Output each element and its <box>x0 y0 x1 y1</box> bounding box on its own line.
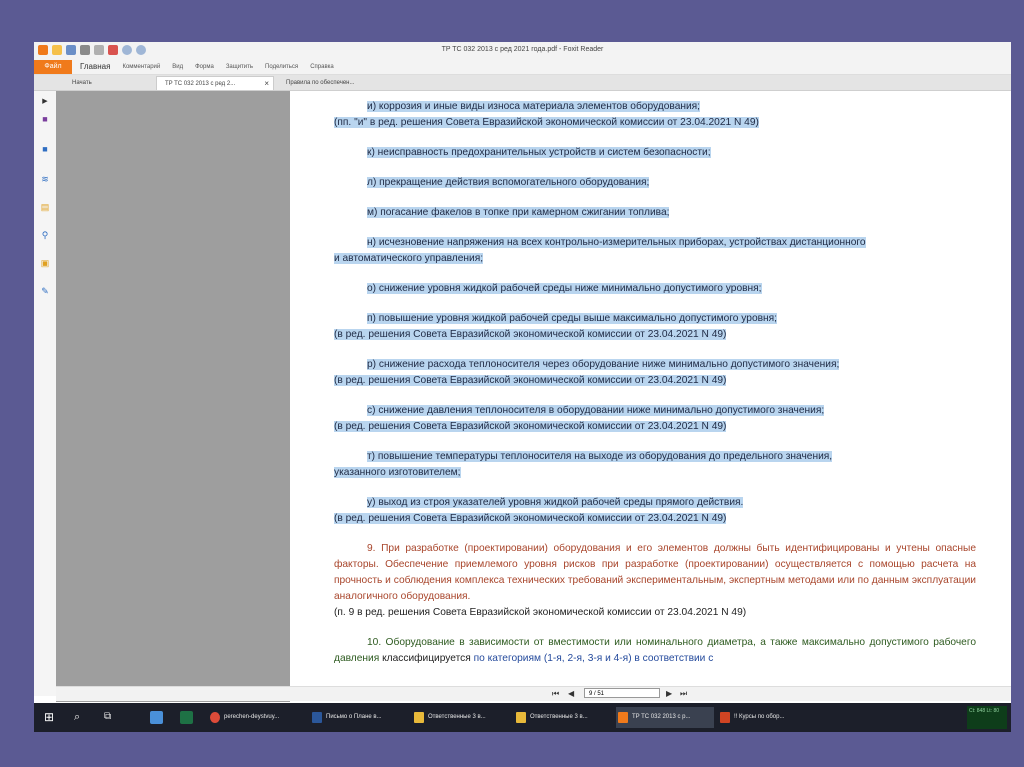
list-item-cont: указанного изготовителем; <box>334 467 461 478</box>
prev-page-icon[interactable]: ◀ <box>568 689 574 698</box>
task-view-icon[interactable]: ⧉ <box>104 707 111 728</box>
ribbon-tab-form[interactable]: Форма <box>195 60 226 74</box>
list-item: н) исчезновение напряжения на всех контр… <box>367 237 866 248</box>
page-number-input[interactable]: 9 / 51 <box>584 688 660 698</box>
tab-start[interactable]: Начать <box>64 76 156 90</box>
excel-icon[interactable] <box>180 711 193 724</box>
ribbon-tabs: Файл Главная Комментарий Вид Форма Защит… <box>34 60 1011 75</box>
taskbar-item-label: Ответственные 3 в... <box>530 714 588 720</box>
tab-rules-document[interactable]: Правила по обеспечен... <box>278 76 388 90</box>
taskbar-item[interactable]: Ответственные 3 в... <box>412 707 510 728</box>
title-bar: TP TC 032 2013 с ред 2021 года.pdf - Fox… <box>34 42 1011 60</box>
navigation-panel <box>56 91 290 702</box>
taskbar-item-label: Письмо о Плане в... <box>326 714 382 720</box>
word-icon <box>312 712 322 723</box>
list-item: м) погасание факелов в топке при камерно… <box>367 207 670 218</box>
taskbar-item-label: Ответственные 3 в... <box>428 714 486 720</box>
app-pin-icon[interactable] <box>150 711 163 724</box>
folder-icon <box>516 712 526 723</box>
taskbar-item[interactable]: perechen-deystvuy... <box>208 707 306 728</box>
left-tool-strip: ▶ ■ ■ ≋ ▤ ⚲ ▣ ✎ <box>34 91 57 696</box>
list-item-note: (в ред. решения Совета Евразийской эконо… <box>334 329 727 340</box>
list-item: п) повышение уровня жидкой рабочей среды… <box>367 313 777 324</box>
list-item: у) выход из строя указателей уровня жидк… <box>367 497 744 508</box>
system-monitor-readout: Ct: 848 Lt: 80 <box>969 708 1000 714</box>
ribbon-tab-view[interactable]: Вид <box>172 60 195 74</box>
first-page-icon[interactable]: ⏮ <box>552 689 559 699</box>
attachment-icon[interactable]: ⚲ <box>39 229 51 241</box>
next-page-icon[interactable]: ▶ <box>666 689 672 698</box>
powerpoint-icon <box>720 712 730 723</box>
taskbar-item-label: !! Курсы по обор... <box>734 714 785 720</box>
list-item: о) снижение уровня жидкой рабочей среды … <box>367 283 762 294</box>
ribbon-tab-comment[interactable]: Комментарий <box>122 60 172 74</box>
file-menu-button[interactable]: Файл <box>34 60 72 74</box>
list-item: к) неисправность предохранительных устро… <box>367 147 711 158</box>
list-item-cont: и автоматического управления; <box>334 253 484 264</box>
start-icon[interactable]: ⊞ <box>44 707 54 728</box>
list-item-note: (в ред. решения Совета Евразийской эконо… <box>334 421 727 432</box>
expand-panel-icon[interactable]: ▶ <box>39 95 51 107</box>
bookmark-icon[interactable]: ■ <box>39 113 51 125</box>
layers-icon[interactable]: ≋ <box>39 173 51 185</box>
foxit-icon <box>618 712 628 723</box>
ribbon-tab-home[interactable]: Главная <box>80 60 122 74</box>
list-item-note: (в ред. решения Совета Евразийской эконо… <box>334 513 727 524</box>
ribbon-tab-protect[interactable]: Защитить <box>226 60 265 74</box>
taskbar-item[interactable]: Письмо о Плане в... <box>310 707 408 728</box>
list-item: с) снижение давления теплоносителя в обо… <box>367 405 825 416</box>
taskbar-item[interactable]: Ответственные 3 в... <box>514 707 612 728</box>
system-monitor-widget: Ct: 848 Lt: 80 <box>967 706 1007 729</box>
window-title: TP TC 032 2013 с ред 2021 года.pdf - Fox… <box>441 46 604 53</box>
foxit-reader-window: TP TC 032 2013 с ред 2021 года.pdf - Fox… <box>34 42 1011 732</box>
close-tab-icon[interactable]: × <box>264 77 269 91</box>
page-navigation-bar: ⏮ ◀ 9 / 51 ▶ ⏭ <box>56 686 1011 701</box>
tab-label: TP TC 032 2013 с ред 2... <box>165 81 236 87</box>
document-tabs: Начать TP TC 032 2013 с ред 2... × Правил… <box>34 75 1011 91</box>
ribbon-tab-share[interactable]: Поделиться <box>265 60 310 74</box>
list-item-note: (в ред. решения Совета Евразийской эконо… <box>334 375 727 386</box>
lock-icon[interactable]: ▣ <box>39 257 51 269</box>
taskbar-item-label: perechen-deystvuy... <box>224 714 280 720</box>
ribbon-tab-help[interactable]: Справка <box>310 60 346 74</box>
comments-icon[interactable]: ▤ <box>39 201 51 213</box>
taskbar-item-label: TP TC 032 2013 с р... <box>632 714 691 720</box>
taskbar-item[interactable]: !! Курсы по обор... <box>718 707 816 728</box>
signature-icon[interactable]: ✎ <box>39 285 51 297</box>
list-item: л) прекращение действия вспомогательного… <box>367 177 650 188</box>
pages-icon[interactable]: ■ <box>39 143 51 155</box>
windows-taskbar: ⊞ ⌕ ⧉ perechen-deystvuy... Письмо о План… <box>34 703 1011 732</box>
tab-label: Начать <box>72 80 92 86</box>
paragraph-9-note: (п. 9 в ред. решения Совета Евразийской … <box>334 607 747 618</box>
chrome-icon <box>210 712 220 723</box>
tab-current-document[interactable]: TP TC 032 2013 с ред 2... × <box>156 76 274 90</box>
list-item: и) коррозия и иные виды износа материала… <box>367 101 701 112</box>
last-page-icon[interactable]: ⏭ <box>680 689 687 699</box>
paragraph-9: 9. При разработке (проектировании) обору… <box>334 543 976 602</box>
list-item-note: (пп. "и" в ред. решения Совета Евразийск… <box>334 117 759 128</box>
document-page: и) коррозия и иные виды износа материала… <box>290 91 1011 702</box>
taskbar-item-active[interactable]: TP TC 032 2013 с р... <box>616 707 714 728</box>
paragraph-10: 10. Оборудование в зависимости от вмести… <box>334 637 976 664</box>
list-item: т) повышение температуры теплоносителя н… <box>367 451 833 462</box>
list-item: р) снижение расхода теплоносителя через … <box>367 359 840 370</box>
tab-label: Правила по обеспечен... <box>286 80 355 86</box>
folder-icon <box>414 712 424 723</box>
search-icon[interactable]: ⌕ <box>74 707 80 728</box>
